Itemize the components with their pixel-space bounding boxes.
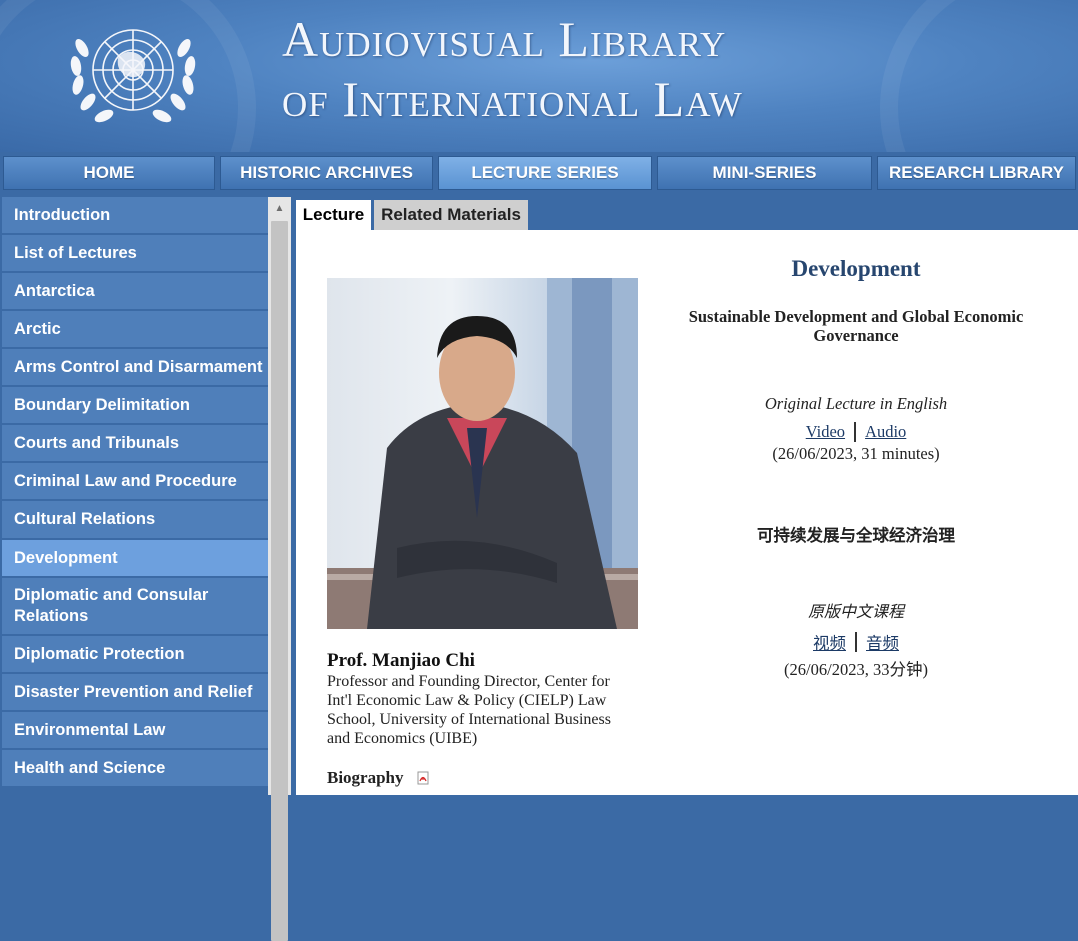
- biography-row: Biography: [327, 768, 430, 788]
- site-title: Audiovisual Library of International Law: [282, 14, 743, 124]
- sidebar-item-courts-and-tribunals[interactable]: Courts and Tribunals: [2, 425, 268, 461]
- lecturer-name: Prof. Manjiao Chi: [327, 650, 475, 671]
- sidebar-item-boundary-delimitation[interactable]: Boundary Delimitation: [2, 387, 268, 423]
- nav-tab-lecture-series[interactable]: LECTURE SERIES: [438, 156, 652, 190]
- sidebar-item-diplomatic-protection[interactable]: Diplomatic Protection: [2, 636, 268, 672]
- lecturer-description: Professor and Founding Director, Center …: [327, 673, 611, 747]
- site-banner: Audiovisual Library of International Law: [0, 0, 1078, 152]
- lecture-info: Development Sustainable Development and …: [646, 254, 1066, 680]
- nav-tab-mini-series[interactable]: MINI-SERIES: [657, 156, 872, 190]
- link-separator: [855, 632, 857, 652]
- video-link-chinese[interactable]: 视频: [813, 630, 846, 654]
- lecturer-photo: [327, 278, 638, 629]
- audio-link-chinese[interactable]: 音频: [866, 630, 899, 654]
- sidebar-item-cultural-relations[interactable]: Cultural Relations: [2, 501, 268, 538]
- tab-related-materials[interactable]: Related Materials: [374, 200, 528, 230]
- chinese-lecture-title: 可持续发展与全球经济治理: [757, 526, 955, 545]
- sidebar-item-arms-control[interactable]: Arms Control and Disarmament: [2, 349, 268, 385]
- un-emblem-icon: [70, 29, 196, 123]
- tab-lecture[interactable]: Lecture: [296, 200, 371, 230]
- site-title-line1: Audiovisual Library: [282, 11, 727, 67]
- sidebar-item-health-and-science[interactable]: Health and Science: [2, 750, 268, 786]
- scroll-up-arrow-icon[interactable]: ▲: [268, 197, 291, 219]
- chinese-lecture-date: (26/06/2023, 33分钟): [784, 660, 928, 679]
- chinese-media-links: 视频 音频: [646, 630, 1066, 654]
- nav-tab-research-library[interactable]: RESEARCH LIBRARY: [877, 156, 1076, 190]
- sidebar-item-diplomatic-consular[interactable]: Diplomatic and Consular Relations: [2, 578, 268, 634]
- biography-link[interactable]: Biography: [327, 768, 404, 788]
- original-lecture-english-label: Original Lecture in English: [764, 394, 948, 413]
- sidebar-item-development[interactable]: Development: [2, 540, 268, 576]
- english-media-links: Video Audio: [646, 422, 1066, 442]
- audio-link-english[interactable]: Audio: [865, 422, 906, 442]
- pdf-icon[interactable]: [416, 771, 430, 785]
- original-lecture-chinese-label: 原版中文课程: [807, 604, 904, 621]
- sidebar-item-list-of-lectures[interactable]: List of Lectures: [2, 235, 268, 271]
- site-title-line2: of International Law: [282, 71, 743, 127]
- lecture-title: Sustainable Development and Global Econo…: [688, 307, 1024, 345]
- main-nav: HOME HISTORIC ARCHIVES LECTURE SERIES MI…: [0, 152, 1078, 192]
- sidebar-item-environmental-law[interactable]: Environmental Law: [2, 712, 268, 748]
- nav-tab-home[interactable]: HOME: [3, 156, 215, 190]
- sidebar-scrollbar[interactable]: ▲: [268, 197, 291, 941]
- english-lecture-date: (26/06/2023, 31 minutes): [772, 444, 940, 463]
- content-panel: Prof. Manjiao Chi Professor and Founding…: [296, 230, 1078, 795]
- sidebar-item-antarctica[interactable]: Antarctica: [2, 273, 268, 309]
- sidebar-item-criminal-law[interactable]: Criminal Law and Procedure: [2, 463, 268, 499]
- nav-tab-historic-archives[interactable]: HISTORIC ARCHIVES: [220, 156, 433, 190]
- sidebar: Introduction List of Lectures Antarctica…: [2, 197, 268, 795]
- sidebar-item-introduction[interactable]: Introduction: [2, 197, 268, 233]
- banner-decoration: [880, 0, 1078, 152]
- sidebar-item-disaster-prevention[interactable]: Disaster Prevention and Relief: [2, 674, 268, 710]
- video-link-english[interactable]: Video: [806, 422, 845, 442]
- link-separator: [854, 422, 857, 442]
- topic-title: Development: [791, 256, 921, 281]
- scrollbar-thumb[interactable]: [271, 221, 288, 941]
- sidebar-item-arctic[interactable]: Arctic: [2, 311, 268, 347]
